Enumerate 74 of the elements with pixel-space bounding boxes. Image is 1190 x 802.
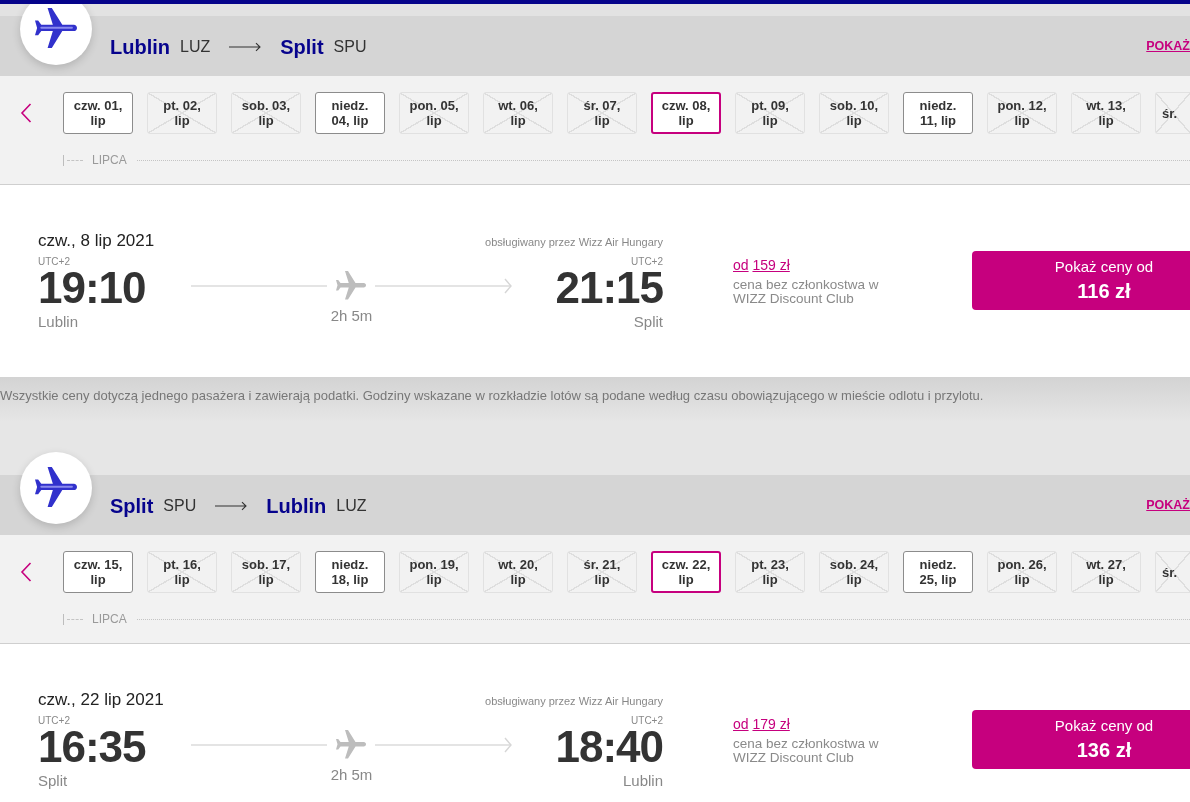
destination-city: Split <box>280 34 324 59</box>
departure-time: 16:35 <box>38 724 146 770</box>
arrival-city: Split <box>633 313 663 331</box>
timezone-label: UTC+2 <box>38 715 71 727</box>
arrival-time: 21:15 <box>555 265 663 311</box>
date-tile[interactable]: niedz. 04, lip <box>315 92 385 134</box>
date-tile[interactable]: wt. 27, lip <box>1071 551 1141 593</box>
date-tile[interactable]: sob. 03, lip <box>231 92 301 134</box>
date-tile[interactable]: sob. 24, lip <box>819 551 889 593</box>
date-tile[interactable]: pt. 09, lip <box>735 92 805 134</box>
date-tile[interactable]: czw. 22, lip <box>651 551 721 593</box>
date-tile[interactable]: wt. 20, lip <box>483 551 553 593</box>
date-tile[interactable]: czw. 01, lip <box>63 92 133 134</box>
disclaimer-text: Wszystkie ceny dotyczą jednego pasażera i zawierają podatki. Godziny wskazane w rozkładzie lotów są podane według czasu obowiązującego w mieście odlotu i przylotu. <box>0 387 985 403</box>
flight-date: czw., 22 lip 2021 <box>38 690 164 710</box>
date-tile[interactable]: pon. 05, lip <box>399 92 469 134</box>
date-tile[interactable]: śr. 07, lip <box>567 92 637 134</box>
departure-time: 19:10 <box>38 265 146 311</box>
arrowhead-icon <box>504 278 513 294</box>
month-label: LIPCA <box>92 153 127 167</box>
date-tile[interactable]: śr. 21, lip <box>567 551 637 593</box>
date-tile[interactable]: sob. 10, lip <box>819 92 889 134</box>
timezone-label: UTC+2 <box>631 256 663 268</box>
show-prices-button[interactable]: Pokaż ceny od 116 zł <box>972 251 1190 310</box>
plane-icon <box>336 730 366 760</box>
timezone-label: UTC+2 <box>38 256 71 268</box>
origin-city: Split <box>110 493 154 518</box>
show-details-link[interactable]: POKAŻ <box>1146 39 1190 53</box>
date-tile[interactable]: wt. 06, lip <box>483 92 553 134</box>
date-tile[interactable]: śr. <box>1155 92 1190 134</box>
date-tile[interactable]: czw. 15, lip <box>63 551 133 593</box>
date-tile[interactable]: pon. 19, lip <box>399 551 469 593</box>
origin-code: LUZ <box>180 37 211 56</box>
origin-city: Lublin <box>110 34 170 59</box>
operator-text: obsługiwany przez Wizz Air Hungary <box>485 695 663 707</box>
chevron-left-icon[interactable] <box>20 103 32 123</box>
origin-code: SPU <box>163 496 197 515</box>
date-tile[interactable]: pon. 12, lip <box>987 92 1057 134</box>
date-tile[interactable]: pt. 02, lip <box>147 92 217 134</box>
regular-price-link[interactable]: od 179 zł <box>733 715 790 733</box>
date-tile[interactable]: śr. <box>1155 551 1190 593</box>
date-tile[interactable]: pt. 16, lip <box>147 551 217 593</box>
destination-city: Lublin <box>266 493 327 518</box>
operator-text: obsługiwany przez Wizz Air Hungary <box>485 236 663 248</box>
date-tile[interactable]: pon. 26, lip <box>987 551 1057 593</box>
date-tile[interactable]: czw. 08, lip <box>651 92 721 134</box>
arrival-time: 18:40 <box>555 724 663 770</box>
chevron-left-icon[interactable] <box>20 562 32 582</box>
departure-city: Lublin <box>38 313 80 331</box>
date-tile[interactable]: pt. 23, lip <box>735 551 805 593</box>
destination-code: LUZ <box>336 496 367 515</box>
plane-icon <box>336 271 366 301</box>
long-arrow-icon <box>229 42 262 52</box>
show-details-link[interactable]: POKAŻ <box>1146 498 1190 512</box>
price-note: cena bez członkostwa w WIZZ Discount Club <box>733 278 880 306</box>
month-label: LIPCA <box>92 612 127 626</box>
show-prices-button[interactable]: Pokaż ceny od 136 zł <box>972 710 1190 769</box>
date-tile[interactable]: sob. 17, lip <box>231 551 301 593</box>
timezone-label: UTC+2 <box>631 715 663 727</box>
date-tile[interactable]: niedz. 25, lip <box>903 551 973 593</box>
arrival-city: Lublin <box>622 772 663 790</box>
price-note: cena bez członkostwa w WIZZ Discount Club <box>733 737 880 765</box>
flight-duration: 2h 5m <box>330 307 373 325</box>
arrowhead-icon <box>504 737 513 753</box>
departure-city: Split <box>38 772 69 790</box>
plane-logo-icon <box>20 452 92 524</box>
date-tile[interactable]: niedz. 18, lip <box>315 551 385 593</box>
destination-code: SPU <box>333 37 367 56</box>
date-tile[interactable]: wt. 13, lip <box>1071 92 1141 134</box>
regular-price-link[interactable]: od 159 zł <box>733 256 790 274</box>
long-arrow-icon <box>215 501 248 511</box>
date-tile[interactable]: niedz. 11, lip <box>903 92 973 134</box>
flight-duration: 2h 5m <box>330 766 373 784</box>
flight-date: czw., 8 lip 2021 <box>38 231 155 251</box>
